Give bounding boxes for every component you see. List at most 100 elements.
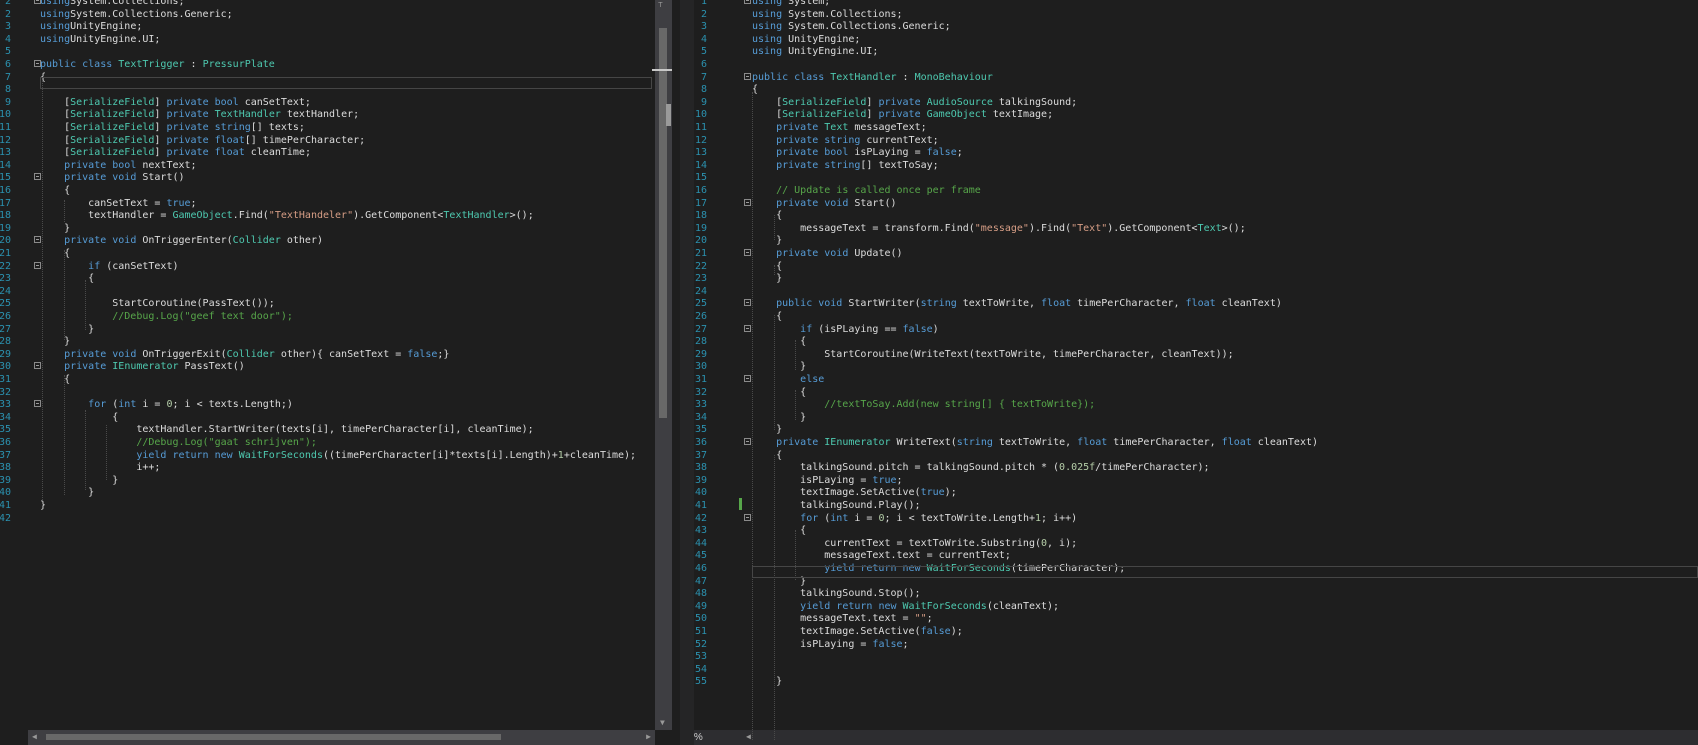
code-line[interactable]: 31 else	[694, 373, 1698, 387]
code-line[interactable]: 38 talkingSound.pitch = talkingSound.pit…	[694, 461, 1698, 475]
code-line[interactable]: 11 [SerializeField] private string[] tex…	[0, 121, 680, 135]
code-line[interactable]: 53	[694, 650, 1698, 664]
left-horizontal-scroll-thumb[interactable]	[46, 734, 501, 740]
code-line[interactable]: 19 messageText = transform.Find("message…	[694, 222, 1698, 236]
code-line[interactable]: 26 {	[694, 310, 1698, 324]
collapse-toggle-icon[interactable]	[744, 0, 751, 4]
collapse-toggle-icon[interactable]	[744, 438, 751, 445]
code-line[interactable]: 44 currentText = textToWrite.Substring(0…	[694, 537, 1698, 551]
code-line[interactable]: 25 StartCoroutine(PassText());	[0, 297, 680, 311]
code-line[interactable]: 33 for (int i = 0; i < texts.Length;)	[0, 398, 680, 412]
collapse-toggle-icon[interactable]	[34, 362, 41, 370]
collapse-toggle-icon[interactable]	[34, 60, 41, 67]
code-line[interactable]: 20 }	[694, 234, 1698, 248]
right-code-editor[interactable]: 1 using System; 2 using System.Collections;…	[694, 0, 1698, 745]
code-line[interactable]: 29 StartCoroutine(WriteText(textToWrite,…	[694, 348, 1698, 362]
code-line[interactable]: 21 {	[0, 247, 680, 261]
code-line[interactable]: 16 {	[0, 184, 680, 198]
code-line[interactable]: 23 }	[694, 272, 1698, 286]
code-line[interactable]: 28 }	[0, 335, 680, 349]
code-line[interactable]: 18 textHandler = GameObject.Find("TextHa…	[0, 209, 680, 223]
code-line[interactable]: 35 textHandler.StartWriter(texts[i], tim…	[0, 423, 680, 437]
scroll-down-arrow-icon[interactable]: ▼	[660, 718, 665, 728]
code-line[interactable]: 20 private void OnTriggerEnter(Collider …	[0, 234, 680, 248]
scroll-left-arrow-icon[interactable]: ◀	[746, 732, 751, 742]
code-line[interactable]: 5 using UnityEngine.UI;	[694, 45, 1698, 59]
code-line[interactable]: 33 //textToSay.Add(new string[] { textTo…	[694, 398, 1698, 412]
code-line[interactable]: 14 private string[] textToSay;	[694, 159, 1698, 173]
collapse-toggle-icon[interactable]	[744, 198, 751, 206]
scroll-left-arrow-icon[interactable]: ◀	[32, 732, 37, 742]
code-line[interactable]: 30 }	[694, 360, 1698, 374]
code-line[interactable]: 36 //Debug.Log("gaat schrijven");	[0, 436, 680, 450]
code-line[interactable]: 6	[694, 58, 1698, 72]
code-line[interactable]: 43 {	[694, 524, 1698, 538]
code-line[interactable]: 4 usingUnityEngine.UI;	[0, 33, 680, 47]
code-line[interactable]: 15 private void Start()	[0, 171, 680, 185]
code-line[interactable]: 12 [SerializeField] private float[] time…	[0, 134, 680, 148]
code-line[interactable]: 17 canSetText = true;	[0, 197, 680, 211]
code-line[interactable]: 21 private void Update()	[694, 247, 1698, 261]
code-line[interactable]: 5	[0, 45, 680, 59]
code-line[interactable]: 17 private void Start()	[694, 197, 1698, 211]
code-line[interactable]: 37 yield return new WaitForSeconds((time…	[0, 449, 680, 463]
code-line[interactable]: 24	[0, 285, 680, 299]
code-line[interactable]: 36 private IEnumerator WriteText(string …	[694, 436, 1698, 450]
code-line[interactable]: 13 private bool isPLaying = false;	[694, 146, 1698, 160]
scroll-right-arrow-icon[interactable]: ▶	[646, 732, 651, 742]
code-line[interactable]: 55 }	[694, 675, 1698, 689]
code-line[interactable]: 14 private bool nextText;	[0, 159, 680, 173]
code-line[interactable]: 45 messageText.text = currentText;	[694, 549, 1698, 563]
collapse-toggle-icon[interactable]	[744, 249, 751, 256]
code-line[interactable]: 29 private void OnTriggerExit(Collider o…	[0, 348, 680, 362]
collapse-toggle-icon[interactable]	[34, 261, 41, 269]
collapse-toggle-icon[interactable]	[34, 236, 41, 244]
code-line[interactable]: 28 {	[694, 335, 1698, 349]
code-line[interactable]: 54	[694, 663, 1698, 677]
code-line[interactable]: 27 }	[0, 323, 680, 337]
code-line[interactable]: 40 }	[0, 486, 680, 500]
code-line[interactable]: 27 if (isPLaying == false)	[694, 323, 1698, 337]
split-handle-icon[interactable]: ⊤	[658, 0, 663, 10]
left-vertical-scroll-thumb[interactable]	[659, 28, 667, 418]
code-line[interactable]: 37 {	[694, 449, 1698, 463]
code-line[interactable]: 10 [SerializeField] private TextHandler …	[0, 108, 680, 122]
code-line[interactable]: 49 yield return new WaitForSeconds(clean…	[694, 600, 1698, 614]
code-line[interactable]: 18 {	[694, 209, 1698, 223]
collapse-toggle-icon[interactable]	[34, 0, 41, 4]
collapse-toggle-icon[interactable]	[744, 324, 751, 332]
code-line[interactable]: 32	[0, 386, 680, 400]
zoom-level[interactable]: 90 %	[694, 732, 703, 743]
code-line[interactable]: 26 //Debug.Log("geef text door");	[0, 310, 680, 324]
code-line[interactable]: 22 {	[694, 260, 1698, 274]
code-line[interactable]: 50 messageText.text = "";	[694, 612, 1698, 626]
code-line[interactable]: 34 }	[694, 411, 1698, 425]
code-line[interactable]: 3 using System.Collections.Generic;	[694, 20, 1698, 34]
code-line[interactable]: 30 private IEnumerator PassText()	[0, 360, 680, 374]
code-line[interactable]: 25 public void StartWriter(string textTo…	[694, 297, 1698, 311]
code-line[interactable]: 38 i++;	[0, 461, 680, 475]
editor-split-divider[interactable]	[680, 0, 694, 745]
code-line[interactable]: 9 [SerializeField] private bool canSetTe…	[0, 96, 680, 110]
code-line[interactable]: 23 {	[0, 272, 680, 286]
code-line[interactable]: 11 private Text messageText;	[694, 121, 1698, 135]
code-line[interactable]: 41}	[0, 499, 680, 513]
code-line[interactable]: 52 isPLaying = false;	[694, 638, 1698, 652]
code-line[interactable]: 39 }	[0, 474, 680, 488]
code-line[interactable]: 9 [SerializeField] private AudioSource t…	[694, 96, 1698, 110]
code-line[interactable]: 32 {	[694, 386, 1698, 400]
code-line[interactable]: 13 [SerializeField] private float cleanT…	[0, 146, 680, 160]
code-line[interactable]: 42	[0, 512, 680, 526]
code-line[interactable]: 19 }	[0, 222, 680, 236]
code-line[interactable]: 4 using UnityEngine;	[694, 33, 1698, 47]
left-horizontal-scrollbar[interactable]: ◀ ▶	[28, 730, 655, 745]
code-line[interactable]: 6 public class TextTrigger : PressurPlate	[0, 58, 680, 72]
code-line[interactable]: 2 using System.Collections;	[694, 8, 1698, 22]
code-line[interactable]: 2 usingSystem.Collections.Generic;	[0, 8, 680, 22]
code-line[interactable]: 48 talkingSound.Stop();	[694, 587, 1698, 601]
code-line[interactable]: 22 if (canSetText)	[0, 260, 680, 274]
code-line[interactable]: 7 public class TextHandler : MonoBehaviou…	[694, 71, 1698, 85]
collapse-toggle-icon[interactable]	[744, 513, 751, 521]
code-line[interactable]: 40 textImage.SetActive(true);	[694, 486, 1698, 500]
code-line[interactable]: 42 for (int i = 0; i < textToWrite.Lengt…	[694, 512, 1698, 526]
